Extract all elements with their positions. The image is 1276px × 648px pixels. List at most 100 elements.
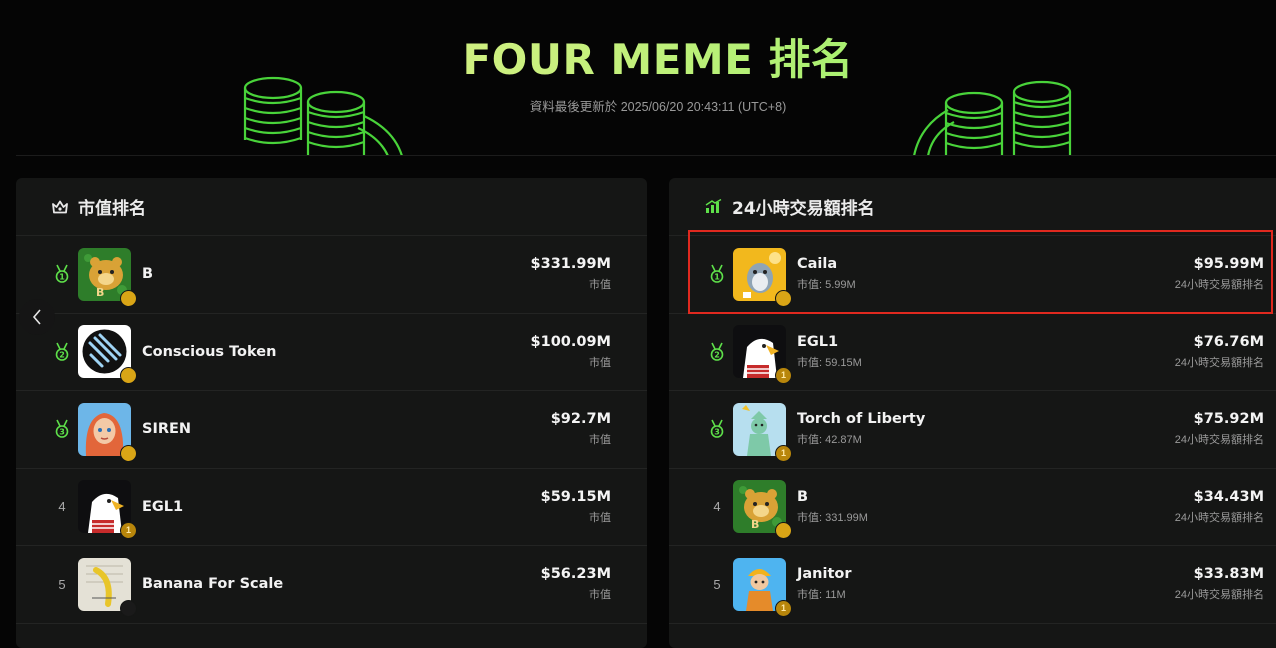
token-market-cap: 市值: 11M	[797, 589, 846, 602]
token-name: SIREN	[142, 421, 192, 438]
volume-value: $75.92M	[1193, 411, 1264, 428]
token-name: Torch of Liberty	[797, 411, 926, 428]
rank-number: 4	[58, 499, 66, 515]
medal-1-icon: 1	[55, 264, 69, 284]
market-cap-label: 市值	[589, 434, 611, 447]
token-name: Banana For Scale	[142, 576, 284, 593]
volume-label: 24小時交易額排名	[1174, 589, 1264, 602]
rank-cell: 3	[697, 419, 737, 439]
token-name: B	[142, 266, 154, 283]
token-avatar: 1	[733, 557, 792, 617]
market-cap-row[interactable]: 5 Banana For Scale $56.23M 市值	[16, 546, 647, 624]
token-avatar	[78, 325, 137, 385]
volume-label: 24小時交易額排名	[1174, 356, 1264, 369]
chevron-left-icon	[32, 309, 41, 325]
token-name: Conscious Token	[142, 343, 277, 360]
token-avatar: 1	[78, 480, 137, 540]
volume-label: 24小時交易額排名	[1174, 511, 1264, 524]
volume-row[interactable]: 2 1 EGL1 市值: 59.15M $76.76M 24小時交易額排名	[669, 314, 1276, 391]
svg-text:3: 3	[59, 428, 65, 437]
page-header: FOUR MEME 排名 資料最後更新於 2025/06/20 20:43:11…	[0, 0, 1276, 156]
market-cap-label: 市值	[589, 511, 611, 524]
svg-text:B: B	[96, 286, 104, 299]
token-name: EGL1	[142, 498, 184, 515]
svg-text:B: B	[751, 518, 759, 531]
volume-value: $33.83M	[1193, 566, 1264, 583]
volume-row[interactable]: 4 B B 市值: 331.99M $34.43M 24小時交易額排名	[669, 469, 1276, 546]
rank-cell: 2	[42, 342, 82, 362]
rank-cell: 2	[697, 342, 737, 362]
crown-icon	[52, 200, 68, 213]
medal-3-icon: 3	[55, 419, 69, 439]
market-cap-row[interactable]: 3 SIREN $92.7M 市值	[16, 391, 647, 469]
token-name: EGL1	[797, 333, 839, 350]
verified-star-badge	[120, 289, 137, 307]
volume-value: $76.76M	[1193, 333, 1264, 350]
market-cap-value: $56.23M	[540, 566, 611, 583]
volume-label: 24小時交易額排名	[1174, 434, 1264, 447]
volume-value: $34.43M	[1193, 488, 1264, 505]
market-cap-row[interactable]: 1 B B $331.99M 市值	[16, 236, 647, 314]
last-updated-text: 資料最後更新於 2025/06/20 20:43:11 (UTC+8)	[529, 100, 787, 114]
rank-one-badge: 1	[775, 367, 792, 385]
bar-chart-icon	[705, 199, 722, 213]
market-cap-panel-title: 市值排名	[78, 199, 146, 219]
svg-text:1: 1	[714, 273, 720, 282]
rank-cell: 1	[42, 264, 82, 284]
rank-one-badge: 1	[775, 444, 792, 462]
token-avatar: B	[733, 480, 792, 540]
svg-text:2: 2	[714, 350, 720, 359]
rank-cell: 1	[697, 264, 737, 284]
carousel-prev-button[interactable]	[19, 299, 55, 335]
medal-2-icon: 2	[710, 342, 724, 361]
volume-panel-header: 24小時交易額排名	[669, 178, 1276, 236]
volume-label: 24小時交易額排名	[1174, 279, 1264, 292]
rank-cell: 3	[42, 419, 82, 439]
token-avatar: 1	[733, 325, 792, 385]
market-cap-value: $331.99M	[530, 256, 611, 273]
market-cap-value: $100.09M	[530, 333, 611, 350]
market-cap-ranking-panel: 市值排名 1 B B $331.99M 市值 2 Conscious Token…	[16, 178, 647, 648]
rank-number: 5	[58, 576, 66, 592]
volume-value: $95.99M	[1193, 256, 1264, 273]
verified-star-badge	[775, 522, 792, 540]
token-market-cap: 市值: 42.87M	[797, 434, 862, 447]
verified-star-badge	[120, 444, 137, 462]
token-avatar: B	[78, 247, 137, 307]
volume-ranking-panel: 24小時交易額排名 1 Caila 市值: 5.99M $95.99M 24小時…	[669, 178, 1276, 648]
svg-text:1: 1	[59, 273, 65, 282]
token-market-cap: 市值: 5.99M	[797, 279, 856, 292]
token-avatar	[78, 557, 137, 617]
token-name: B	[797, 488, 809, 505]
header-divider	[16, 155, 1276, 156]
volume-panel-title: 24小時交易額排名	[732, 199, 875, 219]
medal-3-icon: 3	[710, 419, 724, 439]
token-market-cap: 市值: 331.99M	[797, 511, 868, 524]
rank-one-badge: 1	[775, 599, 792, 617]
market-cap-row[interactable]: 2 Conscious Token $100.09M 市值	[16, 314, 647, 391]
token-market-cap: 市值: 59.15M	[797, 356, 862, 369]
market-cap-row[interactable]: 4 1 EGL1 $59.15M 市值	[16, 469, 647, 546]
market-cap-label: 市值	[589, 589, 611, 602]
token-avatar	[78, 402, 137, 462]
market-cap-value: $59.15M	[540, 488, 611, 505]
page-title: FOUR MEME 排名	[0, 34, 1276, 86]
medal-2-icon: 2	[55, 342, 69, 361]
rank-number: 4	[713, 499, 721, 515]
token-name: Caila	[797, 256, 838, 273]
token-avatar: 1	[733, 402, 792, 462]
volume-row[interactable]: 5 1 Janitor 市值: 11M $33.83M 24小時交易額排名	[669, 546, 1276, 624]
market-cap-label: 市值	[589, 279, 611, 292]
fire-badge	[120, 599, 137, 617]
verified-star-badge	[775, 289, 792, 307]
volume-row[interactable]: 1 Caila 市值: 5.99M $95.99M 24小時交易額排名	[669, 236, 1276, 314]
volume-row[interactable]: 3 1 Torch of Liberty 市值: 42.87M $75.92M …	[669, 391, 1276, 469]
market-cap-value: $92.7M	[550, 411, 611, 428]
rank-number: 5	[713, 576, 721, 592]
market-cap-label: 市值	[589, 356, 611, 369]
verified-star-badge	[120, 367, 137, 385]
medal-1-icon: 1	[710, 264, 724, 284]
market-cap-panel-header: 市值排名	[16, 178, 647, 236]
svg-text:2: 2	[59, 350, 65, 359]
rank-one-badge: 1	[120, 522, 137, 540]
